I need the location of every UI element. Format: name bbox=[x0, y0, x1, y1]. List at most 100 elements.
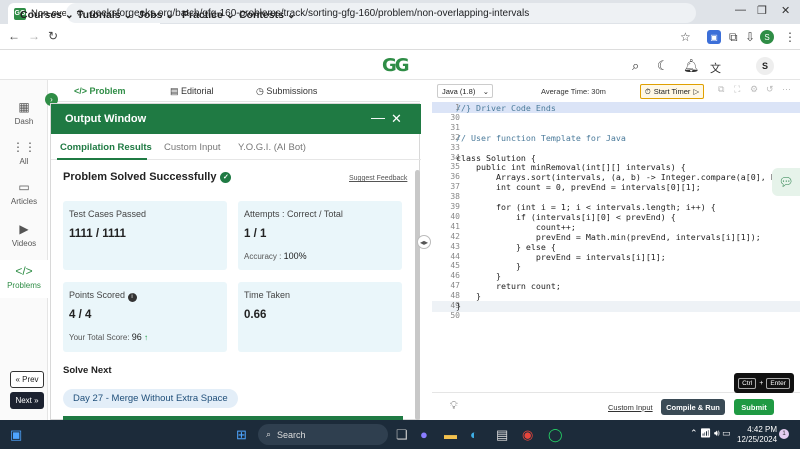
start-timer-label: Start Timer bbox=[653, 87, 691, 96]
start-timer-button[interactable]: ⏱ Start Timer ▷ bbox=[640, 84, 704, 99]
menu-icon[interactable]: ⋮ bbox=[784, 30, 796, 44]
search-icon: ⌕ bbox=[266, 429, 272, 439]
gfg-logo[interactable]: GG bbox=[382, 55, 410, 76]
chrome-icon[interactable]: ◉ bbox=[522, 427, 533, 443]
check-circle-icon: ✓ bbox=[220, 171, 232, 183]
copy-icon[interactable]: ⧉ bbox=[718, 84, 724, 95]
teams-icon[interactable]: ● bbox=[420, 427, 428, 442]
status-text: Problem Solved Successfully bbox=[63, 171, 217, 183]
code-line: prevEnd = intervals[i][1]; bbox=[456, 251, 666, 262]
close-window-icon[interactable]: ✕ bbox=[781, 4, 790, 17]
whatsapp-icon[interactable]: ◯ bbox=[548, 427, 563, 443]
sidebar-item-articles[interactable]: ▭ Articles bbox=[0, 180, 48, 206]
edge-icon[interactable]: ◐ bbox=[470, 427, 478, 442]
clock-time: 4:42 PM bbox=[747, 425, 778, 434]
file-explorer-icon[interactable]: ▬ bbox=[444, 427, 457, 442]
chat-icon[interactable]: 💬︎ bbox=[772, 168, 800, 196]
tab-editorial[interactable]: ▤ Editorial bbox=[170, 86, 214, 97]
extensions-icon[interactable]: ⧉ bbox=[729, 30, 738, 45]
nav-contests[interactable]: Contests ⌄ bbox=[239, 9, 296, 21]
info-icon[interactable]: i bbox=[127, 293, 137, 302]
submit-button[interactable]: Submit bbox=[734, 399, 774, 415]
tab-yogi-ai-bot[interactable]: Y.O.G.I. (AI Bot) bbox=[238, 142, 306, 153]
taskbar-search[interactable]: ⌕ Search bbox=[258, 424, 388, 445]
store-icon[interactable]: ▤ bbox=[496, 427, 508, 443]
minimize-panel-icon[interactable]: — bbox=[371, 109, 385, 125]
tab-problem[interactable]: </> Problem bbox=[74, 86, 126, 96]
nav-courses[interactable]: Courses ⌄ bbox=[20, 9, 74, 21]
suggest-feedback-link[interactable]: Suggest Feedback bbox=[349, 175, 407, 182]
tab-problem-label: Problem bbox=[89, 86, 126, 96]
translate-icon[interactable]: 文 bbox=[710, 60, 721, 76]
active-tab-indicator bbox=[57, 158, 147, 160]
shortcut-tooltip: Ctrl + Enter bbox=[734, 373, 794, 393]
language-select[interactable]: Java (1.8) ⌄ bbox=[437, 84, 493, 98]
profile-avatar[interactable]: S bbox=[760, 30, 774, 44]
download-icon[interactable]: ⇩ bbox=[745, 30, 755, 44]
nav-tutorials[interactable]: Tutorials ⌄ bbox=[77, 9, 132, 21]
close-panel-icon[interactable]: ✕ bbox=[391, 111, 402, 127]
custom-input-link[interactable]: Custom Input bbox=[608, 403, 653, 412]
code-line: } bbox=[456, 261, 521, 272]
settings-icon[interactable]: ⚙ bbox=[750, 84, 758, 95]
widgets-icon[interactable]: ▣ bbox=[10, 427, 22, 443]
accuracy: Accuracy : 100% bbox=[244, 251, 307, 261]
points-card: Points Scored i 4 / 4 Your Total Score: … bbox=[63, 282, 227, 352]
resize-handle-icon[interactable]: ◂▸ bbox=[417, 235, 431, 249]
prev-button[interactable]: « Prev bbox=[10, 371, 44, 388]
dark-mode-icon[interactable]: ☾ bbox=[657, 58, 669, 74]
code-line: } bbox=[456, 301, 461, 311]
output-window-header: Output Window — ✕ bbox=[51, 104, 421, 134]
back-icon[interactable]: ← bbox=[8, 29, 20, 43]
compile-run-button[interactable]: Compile & Run bbox=[661, 399, 725, 415]
tab-compilation-results[interactable]: Compilation Results bbox=[60, 142, 152, 153]
minimize-icon[interactable]: — bbox=[735, 4, 746, 16]
arrow-up-icon: ↑ bbox=[143, 333, 148, 342]
more-icon[interactable]: ⋯ bbox=[782, 84, 791, 95]
star-icon[interactable]: ☆ bbox=[680, 30, 691, 44]
next-problem-chip[interactable]: Day 27 - Merge Without Extra Space bbox=[63, 389, 238, 408]
reload-icon[interactable]: ↻ bbox=[48, 29, 58, 43]
fullscreen-icon[interactable]: ⛶ bbox=[734, 84, 740, 95]
reset-icon[interactable]: ↺ bbox=[766, 84, 774, 95]
line-number: 50 bbox=[450, 310, 460, 320]
tab-custom-input[interactable]: Custom Input bbox=[164, 142, 221, 153]
chevron-down-icon: ⌄ bbox=[482, 86, 489, 96]
clock[interactable]: 4:42 PM 12/25/2024 bbox=[737, 425, 777, 445]
user-avatar[interactable]: S bbox=[756, 57, 774, 75]
time-card: Time Taken 0.66 bbox=[238, 282, 402, 352]
output-scrollbar[interactable] bbox=[415, 170, 420, 420]
line-number: 38 bbox=[450, 192, 460, 202]
windows-start-icon[interactable]: ⊞ bbox=[236, 427, 247, 443]
code-line: if (intervals[i][0] < prevEnd) { bbox=[456, 211, 676, 222]
current-line-highlight bbox=[432, 301, 800, 312]
line-number: 30 bbox=[450, 112, 460, 122]
sidebar-item-dash[interactable]: ▦ Dash bbox=[0, 100, 48, 126]
restore-icon[interactable]: ❐ bbox=[757, 4, 767, 17]
sidebar-item-all[interactable]: ⋮⋮ All bbox=[0, 140, 48, 166]
nav-jobs[interactable]: Jobs ⌄ bbox=[138, 9, 174, 21]
extension-icon[interactable]: ▣ bbox=[707, 30, 721, 44]
lightbulb-icon[interactable]: 💡︎ bbox=[450, 400, 458, 413]
code-line: class Solution { bbox=[456, 152, 536, 163]
nav-practice[interactable]: Practice ⌄ bbox=[182, 9, 235, 21]
next-button[interactable]: Next » bbox=[10, 392, 44, 409]
code-line: } else { bbox=[456, 241, 556, 252]
forward-icon[interactable]: → bbox=[28, 29, 40, 43]
bell-icon[interactable]: 🔔︎ bbox=[683, 58, 700, 74]
code-editor[interactable]: 1//} Driver Code Ends 30 31 32// User funct… bbox=[432, 102, 800, 392]
points-label: Points Scored i bbox=[69, 290, 137, 302]
system-tray[interactable]: ⌃ 📶︎ 🔊︎ ▭ bbox=[690, 428, 731, 439]
sidebar-item-videos[interactable]: ▶ Videos bbox=[0, 222, 48, 248]
notification-icon[interactable]: 1 bbox=[779, 429, 789, 439]
search-icon[interactable]: ⌕ bbox=[632, 58, 639, 74]
time-value: 0.66 bbox=[244, 309, 267, 321]
play-circle-icon: ▷ bbox=[693, 87, 700, 96]
timer-icon: ⏱ bbox=[644, 86, 651, 96]
taskbar-search-label: Search bbox=[277, 429, 306, 440]
task-view-icon[interactable]: ❏ bbox=[396, 427, 408, 443]
sidebar-item-problems[interactable]: </> Problems bbox=[0, 260, 48, 298]
book-icon: ▭ bbox=[18, 180, 30, 194]
tab-submissions[interactable]: ◷ Submissions bbox=[256, 86, 317, 97]
output-window-title: Output Window bbox=[65, 113, 147, 125]
